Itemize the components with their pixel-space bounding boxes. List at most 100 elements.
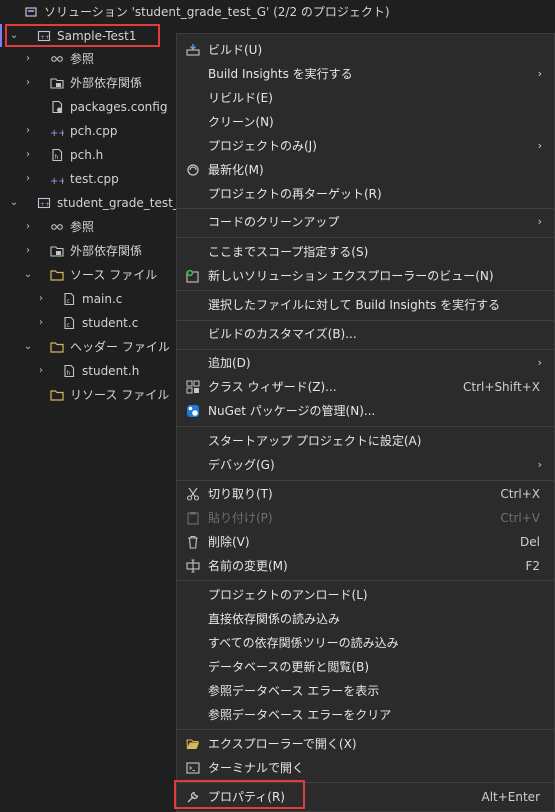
menu-item-label: ビルドのカスタマイズ(B)... — [208, 327, 357, 341]
menu-item-clear-db-errors[interactable]: 参照データベース エラーをクリア — [177, 703, 554, 727]
menu-item-open-explorer[interactable]: エクスプローラーで開く(X) — [177, 732, 554, 756]
tree-item-label: packages.config — [70, 100, 168, 114]
svg-text:++: ++ — [50, 128, 64, 138]
menu-item-label: プロジェクトのアンロード(L) — [208, 588, 368, 602]
tree-item-label: 参照 — [70, 52, 95, 66]
menu-item-rebuild[interactable]: リビルド(E) — [177, 86, 554, 110]
header-file-icon: h — [64, 364, 75, 378]
chevron-right-icon[interactable]: › — [22, 215, 34, 239]
folder-label: リソース ファイル — [70, 388, 170, 402]
menu-separator — [177, 782, 554, 783]
c-project-icon: ++ — [37, 197, 50, 209]
shortcut-label: Ctrl+Shift+X — [463, 380, 540, 394]
menu-separator — [177, 480, 554, 481]
c-file-icon: c — [64, 316, 75, 330]
menu-item-show-db-errors[interactable]: 参照データベース エラーを表示 — [177, 679, 554, 703]
project-label: Sample-Test1 — [57, 29, 137, 43]
build-icon — [186, 44, 200, 56]
chevron-right-icon[interactable]: › — [35, 311, 47, 335]
new-view-icon — [186, 269, 199, 283]
menu-item-open-terminal[interactable]: ターミナルで開く — [177, 756, 554, 780]
project-label: student_grade_test_G — [57, 196, 189, 210]
menu-separator — [177, 320, 554, 321]
menu-item-delete[interactable]: 削除(V) Del — [177, 530, 554, 554]
menu-item-build[interactable]: ビルド(U) — [177, 38, 554, 62]
menu-item-debug[interactable]: デバッグ(G) › — [177, 453, 554, 477]
menu-item-nuget[interactable]: NuGet パッケージの管理(N)... — [177, 399, 554, 423]
submenu-arrow-icon: › — [537, 215, 542, 228]
menu-item-label: すべての依存関係ツリーの読み込み — [208, 636, 399, 650]
shortcut-label: Ctrl+V — [500, 511, 540, 525]
shortcut-label: Del — [520, 535, 540, 549]
chevron-right-icon[interactable]: › — [35, 359, 47, 383]
menu-item-class-wizard[interactable]: クラス ウィザード(Z)... Ctrl+Shift+X — [177, 375, 554, 399]
chevron-right-icon[interactable]: › — [35, 287, 47, 311]
menu-item-retarget[interactable]: プロジェクトの再ターゲット(R) — [177, 182, 554, 206]
external-deps-icon — [50, 246, 64, 257]
menu-item-startup[interactable]: スタートアップ プロジェクトに設定(A) — [177, 429, 554, 453]
menu-item-label: プロパティ(R) — [208, 790, 285, 804]
menu-item-label: スタートアップ プロジェクトに設定(A) — [208, 434, 422, 448]
menu-item-clean[interactable]: クリーン(N) — [177, 110, 554, 134]
menu-item-label: プロジェクトの再ターゲット(R) — [208, 187, 382, 201]
tree-item-label: test.cpp — [70, 172, 119, 186]
chevron-right-icon[interactable]: › — [22, 47, 34, 71]
chevron-down-icon[interactable]: ⌄ — [22, 263, 34, 287]
menu-item-label: 名前の変更(M) — [208, 559, 288, 573]
scissors-icon — [186, 487, 200, 501]
menu-item-project-only[interactable]: プロジェクトのみ(J) › — [177, 134, 554, 158]
menu-item-label: ビルド(U) — [208, 43, 263, 57]
menu-item-unload[interactable]: プロジェクトのアンロード(L) — [177, 583, 554, 607]
folder-label: ソース ファイル — [70, 268, 158, 282]
menu-item-db-update[interactable]: データベースの更新と閲覧(B) — [177, 655, 554, 679]
menu-item-code-cleanup[interactable]: コードのクリーンアップ › — [177, 210, 554, 234]
cpp-file-icon: ++ — [50, 128, 64, 138]
menu-item-label: 直接依存関係の読み込み — [208, 612, 341, 626]
chevron-right-icon[interactable]: › — [22, 119, 34, 143]
menu-item-label: クリーン(N) — [208, 115, 274, 129]
menu-item-label: 削除(V) — [208, 535, 250, 549]
menu-item-label: データベースの更新と閲覧(B) — [208, 660, 369, 674]
menu-item-build-insights[interactable]: Build Insights を実行する › — [177, 62, 554, 86]
chevron-right-icon[interactable]: › — [22, 143, 34, 167]
menu-item-add[interactable]: 追加(D) › — [177, 351, 554, 375]
tree-item-label: pch.h — [70, 148, 104, 162]
menu-item-label: プロジェクトのみ(J) — [208, 139, 317, 153]
solution-icon — [25, 7, 37, 17]
menu-item-refresh[interactable]: 最新化(M) — [177, 158, 554, 182]
menu-item-new-view[interactable]: 新しいソリューション エクスプローラーのビュー(N) — [177, 264, 554, 288]
submenu-arrow-icon: › — [537, 139, 542, 152]
trash-icon — [188, 535, 198, 549]
menu-item-build-insights-selected[interactable]: 選択したファイルに対して Build Insights を実行する — [177, 293, 554, 317]
menu-item-rename[interactable]: 名前の変更(M) F2 — [177, 554, 554, 578]
chevron-right-icon[interactable]: › — [22, 239, 34, 263]
chevron-right-icon[interactable]: › — [22, 167, 34, 191]
svg-text:c: c — [67, 298, 70, 305]
menu-item-label: 新しいソリューション エクスプローラーのビュー(N) — [208, 269, 494, 283]
menu-item-cut[interactable]: 切り取り(T) Ctrl+X — [177, 482, 554, 506]
tree-item-label: pch.cpp — [70, 124, 118, 138]
menu-item-label: クラス ウィザード(Z)... — [208, 380, 337, 394]
menu-separator — [177, 237, 554, 238]
chevron-down-icon[interactable]: ⌄ — [22, 335, 34, 359]
menu-item-label: 選択したファイルに対して Build Insights を実行する — [208, 298, 501, 312]
menu-item-label: 参照データベース エラーを表示 — [208, 684, 380, 698]
chevron-down-icon[interactable]: ⌄ — [8, 191, 20, 215]
svg-text:++: ++ — [40, 34, 50, 41]
menu-item-properties[interactable]: プロパティ(R) Alt+Enter — [177, 785, 554, 809]
rename-icon — [186, 559, 200, 573]
svg-text:++: ++ — [50, 176, 64, 186]
menu-item-build-customize[interactable]: ビルドのカスタマイズ(B)... — [177, 322, 554, 346]
menu-separator — [177, 426, 554, 427]
menu-item-label: 切り取り(T) — [208, 487, 273, 501]
menu-item-label: ここまでスコープ指定する(S) — [208, 245, 369, 259]
menu-item-scope[interactable]: ここまでスコープ指定する(S) — [177, 240, 554, 264]
folder-icon — [50, 270, 64, 281]
menu-item-load-direct[interactable]: 直接依存関係の読み込み — [177, 607, 554, 631]
solution-label: ソリューション 'student_grade_test_G' (2/2 のプロジ… — [44, 5, 390, 19]
chevron-right-icon[interactable]: › — [22, 71, 34, 95]
chevron-down-icon[interactable]: ⌄ — [8, 24, 20, 48]
menu-item-label: 追加(D) — [208, 356, 251, 370]
menu-item-label: 貼り付け(P) — [208, 511, 273, 525]
menu-item-load-all[interactable]: すべての依存関係ツリーの読み込み — [177, 631, 554, 655]
